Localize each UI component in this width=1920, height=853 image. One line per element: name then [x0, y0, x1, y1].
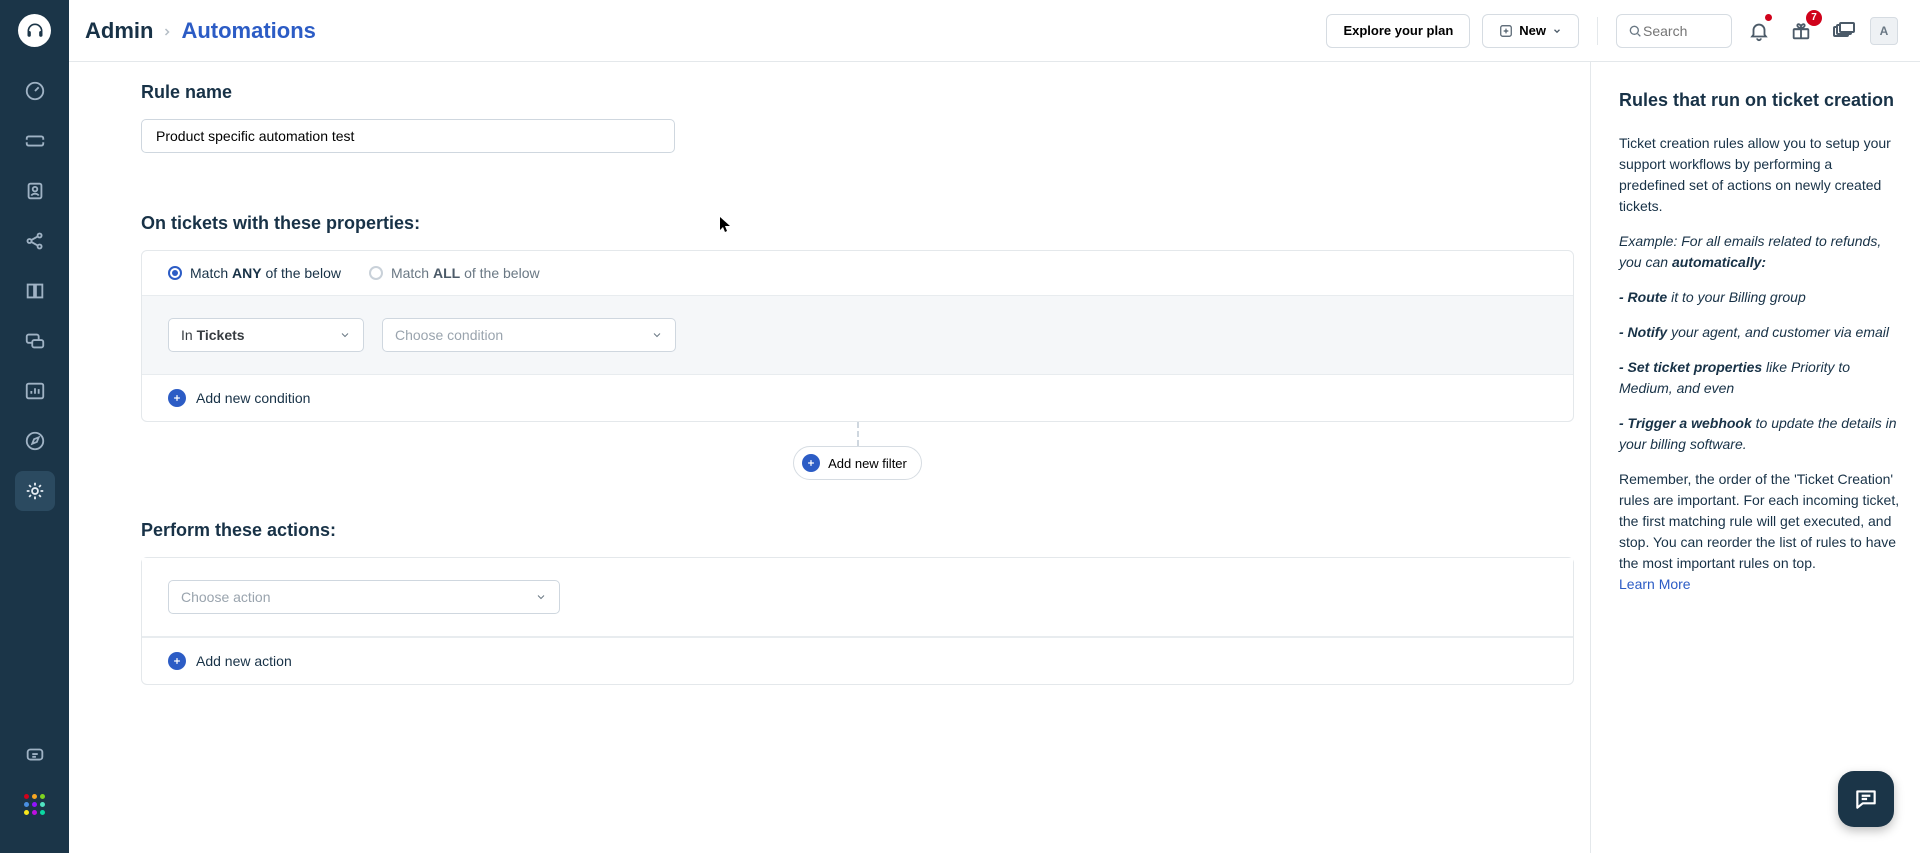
gifts-badge: 7 [1806, 10, 1822, 26]
plus-square-icon [1499, 24, 1513, 38]
conditions-title: On tickets with these properties: [141, 213, 1574, 234]
nav-dashboard[interactable] [15, 71, 55, 111]
add-filter-button[interactable]: Add new filter [793, 446, 922, 480]
nav-explore[interactable] [15, 421, 55, 461]
add-condition-label: Add new condition [196, 390, 310, 406]
match-all-label: Match ALL of the below [391, 265, 540, 281]
breadcrumb-root[interactable]: Admin [85, 18, 153, 44]
search-icon [1627, 23, 1643, 39]
radio-unchecked-icon [369, 266, 383, 280]
gauge-icon [24, 80, 46, 102]
condition-select[interactable]: Choose condition [382, 318, 676, 352]
help-trigger: - Trigger a webhook to update the detail… [1619, 413, 1902, 455]
breadcrumb-current[interactable]: Automations [181, 18, 315, 44]
avatar[interactable]: A [1870, 17, 1898, 45]
help-route: - Route it to your Billing group [1619, 287, 1902, 308]
radio-checked-icon [168, 266, 182, 280]
header: Admin Automations Explore your plan New … [69, 0, 1920, 62]
help-set: - Set ticket properties like Priority to… [1619, 357, 1902, 399]
add-condition-button[interactable]: Add new condition [142, 374, 1573, 421]
conditions-card: Match ANY of the below Match ALL of the … [141, 250, 1574, 422]
rule-name-label: Rule name [141, 82, 1574, 103]
help-notify: - Notify your agent, and customer via em… [1619, 322, 1902, 343]
match-any-label: Match ANY of the below [190, 265, 341, 281]
nav-contacts[interactable] [15, 171, 55, 211]
search-field[interactable] [1616, 14, 1732, 48]
new-button[interactable]: New [1482, 14, 1579, 48]
add-filter-label: Add new filter [828, 456, 907, 471]
match-any-radio[interactable]: Match ANY of the below [168, 265, 341, 281]
scope-select-value: In Tickets [181, 327, 245, 343]
plus-circle-icon [168, 389, 186, 407]
help-example: Example: For all emails related to refun… [1619, 231, 1902, 273]
nav-social[interactable] [15, 221, 55, 261]
breadcrumb: Admin Automations [85, 18, 316, 44]
notification-dot [1765, 14, 1772, 21]
gifts-button[interactable]: 7 [1786, 16, 1816, 46]
app-logo[interactable] [18, 14, 51, 47]
apps-grid-icon [24, 794, 46, 816]
chevron-down-icon [339, 329, 351, 341]
nav-admin[interactable] [15, 471, 55, 511]
help-intro: Ticket creation rules allow you to setup… [1619, 133, 1902, 217]
search-input[interactable] [1643, 23, 1711, 39]
compass-icon [24, 430, 46, 452]
nav-tickets[interactable] [15, 121, 55, 161]
ticket-icon [24, 130, 46, 152]
notifications-button[interactable] [1744, 16, 1774, 46]
chevron-down-icon [1552, 26, 1562, 36]
plus-circle-icon [168, 652, 186, 670]
chevron-down-icon [651, 329, 663, 341]
help-panel: Rules that run on ticket creation Ticket… [1590, 62, 1920, 853]
plus-circle-icon [802, 454, 820, 472]
nav-apps[interactable] [15, 785, 55, 825]
learn-more-link[interactable]: Learn More [1619, 576, 1691, 592]
help-closing: Remember, the order of the 'Ticket Creat… [1619, 469, 1902, 595]
chat-icon [24, 330, 46, 352]
main-content: Rule name On tickets with these properti… [69, 62, 1630, 853]
bell-icon [1748, 20, 1770, 42]
chevron-right-icon [161, 18, 173, 44]
actions-card: Choose action Add new action [141, 557, 1574, 685]
left-sidebar [0, 0, 69, 853]
nav-forums[interactable] [15, 321, 55, 361]
match-all-radio[interactable]: Match ALL of the below [369, 265, 540, 281]
new-button-label: New [1519, 23, 1546, 38]
add-action-button[interactable]: Add new action [142, 637, 1573, 684]
chevron-down-icon [535, 591, 547, 603]
action-select[interactable]: Choose action [168, 580, 560, 614]
gear-icon [24, 480, 46, 502]
message-icon [24, 744, 46, 766]
stack-button[interactable] [1828, 16, 1858, 46]
scope-select[interactable]: In Tickets [168, 318, 364, 352]
nav-messages[interactable] [15, 735, 55, 775]
filter-connector: Add new filter [141, 422, 1574, 480]
headset-icon [25, 21, 45, 41]
explore-plan-button[interactable]: Explore your plan [1326, 14, 1470, 48]
share-icon [24, 230, 46, 252]
chart-icon [24, 380, 46, 402]
book-icon [24, 280, 46, 302]
contact-icon [24, 180, 46, 202]
add-action-label: Add new action [196, 653, 292, 669]
stack-icon [1831, 19, 1855, 43]
condition-placeholder: Choose condition [395, 327, 503, 343]
rule-name-input[interactable] [141, 119, 675, 153]
chat-bubble-icon [1853, 786, 1879, 812]
help-title: Rules that run on ticket creation [1619, 90, 1902, 111]
divider [1597, 17, 1598, 45]
chat-fab[interactable] [1838, 771, 1894, 827]
nav-analytics[interactable] [15, 371, 55, 411]
nav-solutions[interactable] [15, 271, 55, 311]
action-placeholder: Choose action [181, 589, 271, 605]
actions-title: Perform these actions: [141, 520, 1574, 541]
